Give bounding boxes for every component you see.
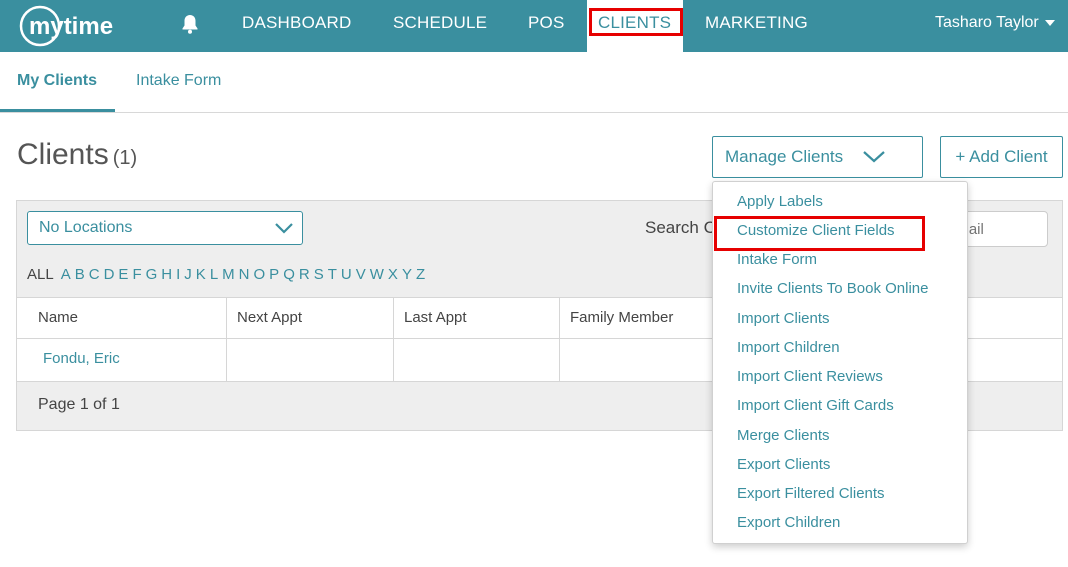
- alpha-letter-r[interactable]: R: [299, 266, 310, 283]
- top-nav: mytime DASHBOARD SCHEDULE POS CLIENTS MA…: [0, 0, 1068, 52]
- nav-dashboard[interactable]: DASHBOARD: [242, 0, 352, 52]
- alpha-letter-s[interactable]: S: [314, 266, 324, 283]
- manage-clients-label: Manage Clients: [725, 147, 844, 166]
- location-select-value: No Locations: [39, 219, 133, 236]
- last-appt-cell: [394, 339, 560, 381]
- customize-fields-highlight-box: [714, 216, 925, 251]
- alpha-letter-o[interactable]: O: [254, 266, 266, 283]
- alpha-letter-l[interactable]: L: [210, 266, 218, 283]
- alpha-letter-g[interactable]: G: [146, 266, 158, 283]
- chevron-down-icon: [275, 223, 293, 234]
- bell-icon[interactable]: [178, 12, 202, 36]
- menu-item-export-clients[interactable]: Export Clients: [737, 456, 830, 473]
- alpha-letter-x[interactable]: X: [388, 266, 398, 283]
- alpha-letter-q[interactable]: Q: [283, 266, 295, 283]
- menu-item-invite-clients[interactable]: Invite Clients To Book Online: [737, 280, 929, 297]
- tab-intake-form[interactable]: Intake Form: [136, 52, 221, 112]
- user-menu[interactable]: Tasharo Taylor: [935, 0, 1055, 46]
- menu-item-export-children[interactable]: Export Children: [737, 514, 840, 531]
- alpha-letter-i[interactable]: I: [176, 266, 180, 283]
- add-client-button[interactable]: + Add Client: [940, 136, 1063, 178]
- alpha-letter-y[interactable]: Y: [402, 266, 412, 283]
- alpha-letter-z[interactable]: Z: [416, 266, 425, 283]
- alpha-letter-j[interactable]: J: [184, 266, 192, 283]
- menu-item-merge-clients[interactable]: Merge Clients: [737, 427, 830, 444]
- alpha-letter-v[interactable]: V: [356, 266, 366, 283]
- menu-item-export-filtered-clients[interactable]: Export Filtered Clients: [737, 485, 885, 502]
- menu-item-import-client-gift-cards[interactable]: Import Client Gift Cards: [737, 397, 894, 414]
- page-title-text: Clients: [17, 138, 109, 171]
- pagination-text: Page 1 of 1: [38, 396, 120, 413]
- alpha-letter-u[interactable]: U: [341, 266, 352, 283]
- nav-marketing[interactable]: MARKETING: [705, 0, 808, 52]
- alpha-letter-w[interactable]: W: [370, 266, 384, 283]
- client-name-link[interactable]: Fondu, Eric: [17, 339, 227, 381]
- alpha-letter-m[interactable]: M: [222, 266, 235, 283]
- alpha-letter-d[interactable]: D: [104, 266, 115, 283]
- sub-tabs: My Clients Intake Form: [0, 52, 1068, 113]
- alpha-all[interactable]: ALL: [27, 266, 54, 283]
- alpha-letter-c[interactable]: C: [89, 266, 100, 283]
- user-name: Tasharo Taylor: [935, 14, 1039, 31]
- caret-down-icon: [1044, 19, 1055, 26]
- manage-clients-button[interactable]: Manage Clients: [712, 136, 923, 178]
- next-appt-cell: [227, 339, 394, 381]
- menu-item-apply-labels[interactable]: Apply Labels: [737, 193, 823, 210]
- page-title: Clients (1): [17, 138, 137, 172]
- column-header-family-member[interactable]: Family Member: [560, 298, 720, 338]
- column-header-last-appt[interactable]: Last Appt: [394, 298, 560, 338]
- alpha-letter-h[interactable]: H: [161, 266, 172, 283]
- alpha-letter-f[interactable]: F: [132, 266, 141, 283]
- svg-text:mytime: mytime: [29, 13, 113, 40]
- menu-item-intake-form[interactable]: Intake Form: [737, 251, 817, 268]
- alpha-letter-t[interactable]: T: [328, 266, 337, 283]
- tab-my-clients[interactable]: My Clients: [0, 52, 115, 112]
- column-header-name[interactable]: Name: [17, 298, 227, 338]
- search-label: Search C: [645, 218, 716, 237]
- nav-pos[interactable]: POS: [528, 0, 565, 52]
- column-header-next-appt[interactable]: Next Appt: [227, 298, 394, 338]
- family-member-cell: [560, 339, 720, 381]
- mytime-logo[interactable]: mytime: [18, 4, 132, 48]
- location-select[interactable]: No Locations: [27, 211, 303, 245]
- alpha-letter-a[interactable]: A: [61, 266, 71, 283]
- menu-item-import-client-reviews[interactable]: Import Client Reviews: [737, 368, 883, 385]
- alpha-letter-e[interactable]: E: [118, 266, 128, 283]
- client-count: (1): [112, 147, 138, 169]
- alpha-letter-k[interactable]: K: [196, 266, 206, 283]
- alpha-letter-p[interactable]: P: [269, 266, 279, 283]
- alphabet-filter: ALL A B C D E F G H I J K L M N O P Q R S T U V W X Y Z: [27, 266, 429, 283]
- chevron-down-icon: [863, 151, 885, 163]
- menu-item-import-clients[interactable]: Import Clients: [737, 310, 830, 327]
- clients-highlight-box: [589, 8, 683, 36]
- alpha-letter-b[interactable]: B: [75, 266, 85, 283]
- nav-schedule[interactable]: SCHEDULE: [393, 0, 487, 52]
- alpha-letter-n[interactable]: N: [239, 266, 250, 283]
- menu-item-import-children[interactable]: Import Children: [737, 339, 840, 356]
